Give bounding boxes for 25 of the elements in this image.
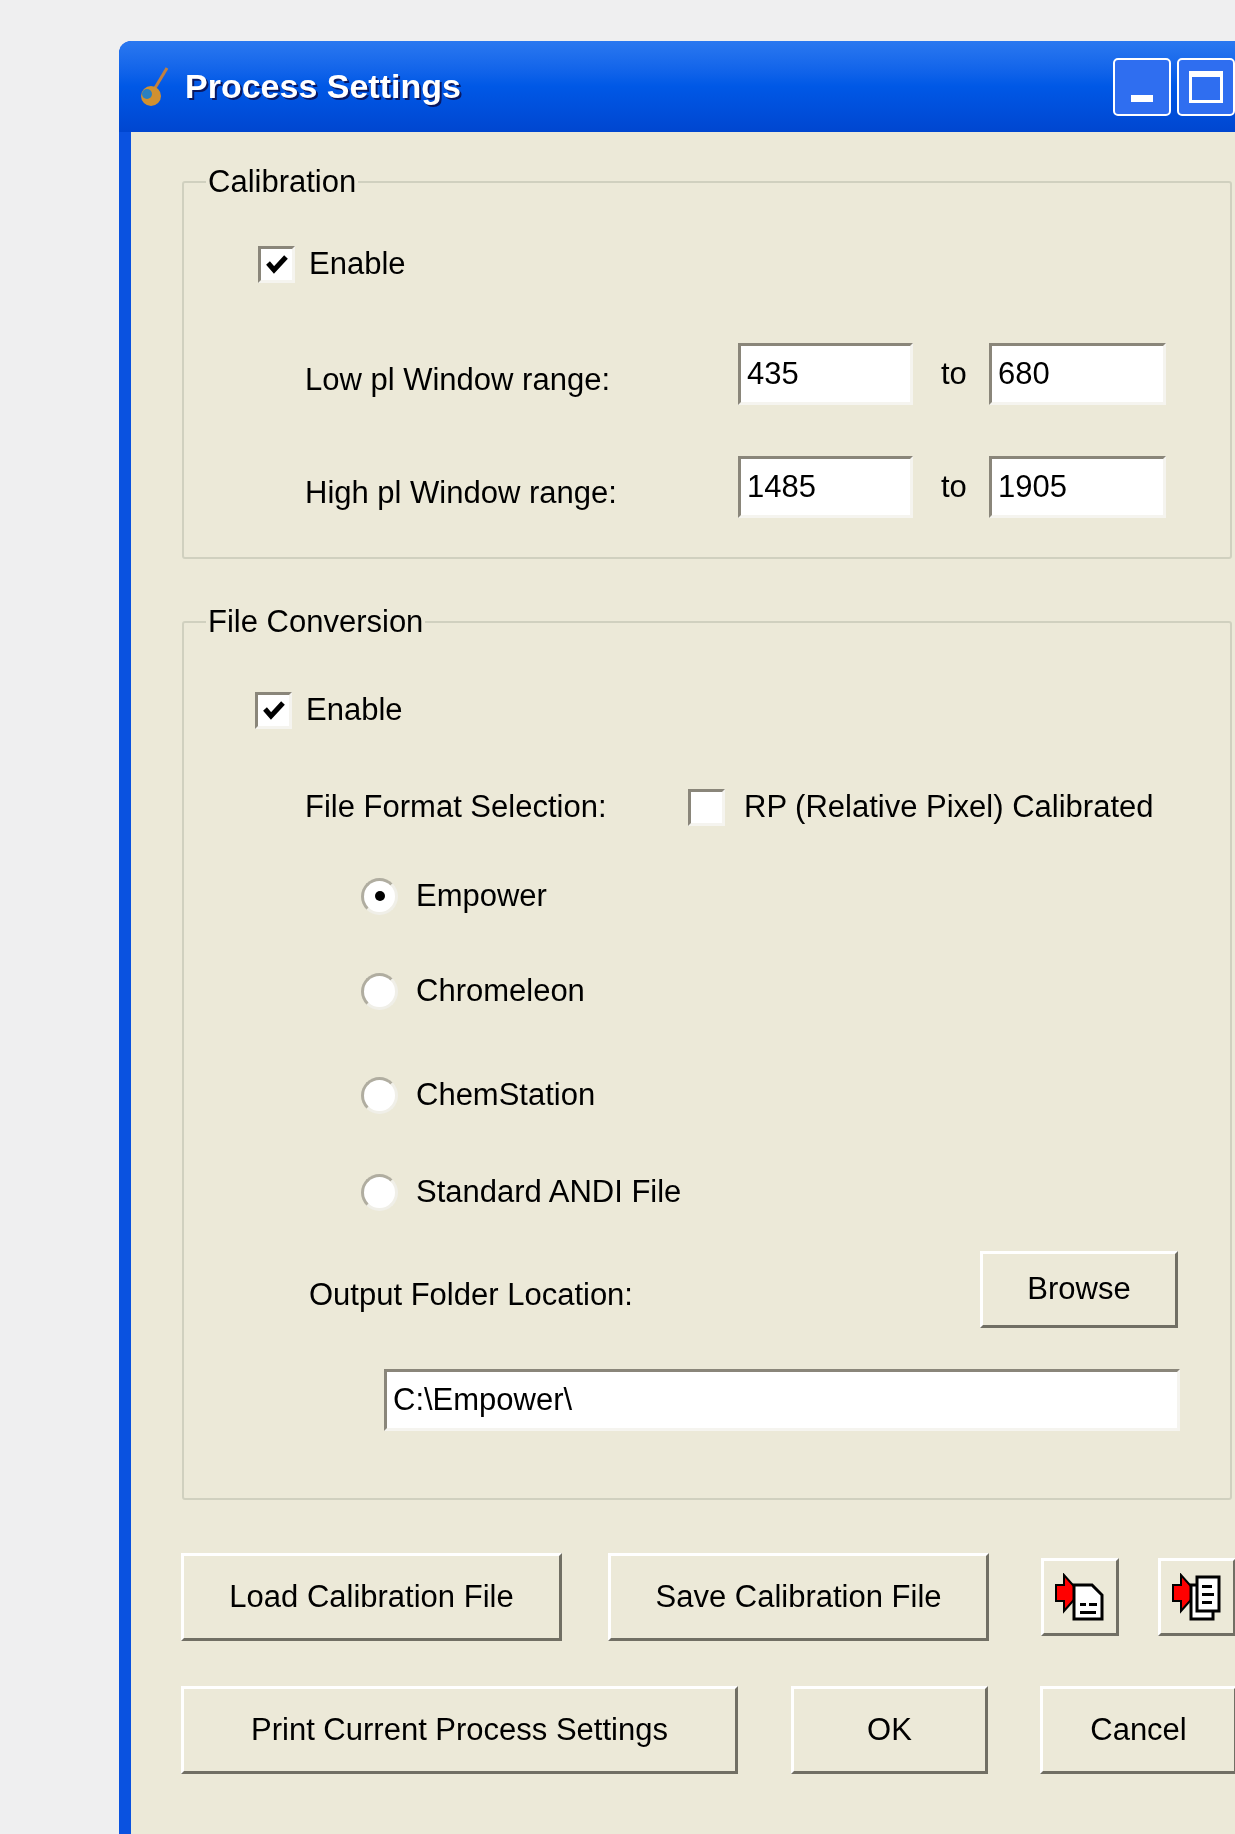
window-title: Process Settings (185, 66, 461, 107)
checkbox-label: Enable (309, 244, 406, 283)
separator-label: to (941, 354, 968, 393)
field-label: File Format Selection: (305, 787, 608, 826)
calibration-file-button[interactable]: Load Calibration File (181, 1553, 562, 1641)
radio-label: Empower (416, 876, 547, 915)
input-field[interactable]: 1485 (738, 456, 913, 518)
separator-label: to (941, 467, 968, 506)
checkbox-label: RP (Relative Pixel) Calibrated (744, 787, 1154, 826)
calibration-file-button[interactable]: Save Calibration File (608, 1553, 989, 1641)
browse-button[interactable]: Browse (980, 1251, 1178, 1328)
radio-label: ChemStation (416, 1075, 596, 1114)
radio-label: Standard ANDI File (416, 1172, 682, 1211)
input-field[interactable]: 1905 (989, 456, 1166, 518)
dialog-button[interactable]: Cancel (1040, 1686, 1235, 1774)
dialog-button[interactable]: Print Current Process Settings (181, 1686, 738, 1774)
dialog-button[interactable]: OK (791, 1686, 988, 1774)
field-label: Output Folder Location: (309, 1276, 634, 1315)
field-label: High pl Window range: (305, 473, 618, 512)
input-field[interactable]: 435 (738, 343, 913, 405)
checkbox-label: Enable (306, 690, 403, 729)
input-field[interactable]: 680 (989, 343, 1166, 405)
radio-label: Chromeleon (416, 971, 585, 1010)
input-field[interactable]: C:\Empower\ (384, 1369, 1180, 1431)
field-label: Low pl Window range: (305, 360, 611, 399)
